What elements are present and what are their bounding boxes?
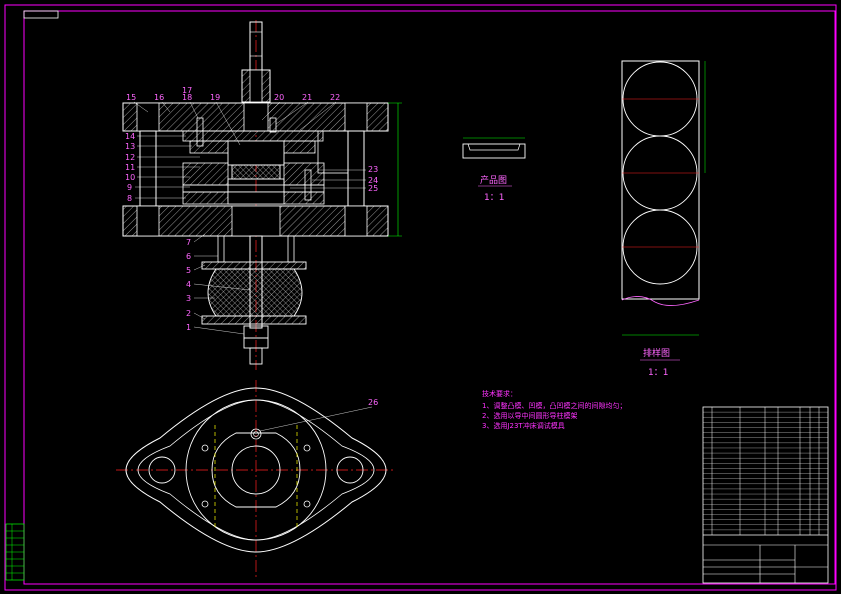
strip-layout-view: 排样图 1：1 [621,60,706,378]
dimension-26: 26 [368,398,378,407]
inner-frame [23,10,836,585]
part-label-20: 20 [274,93,284,102]
part-label-8: 8 [127,194,132,203]
part-label-16: 16 [154,93,164,102]
tech-req-item-2: 2、选用以导中间圆形导柱模架 [482,411,577,420]
part-label-18: 18 [182,93,192,102]
part-label-21: 21 [302,93,312,102]
layout-caption: 排样图 [643,347,670,359]
part-label-15: 15 [126,93,136,102]
part-label-1: 1 [186,323,191,332]
layout-scale: 1：1 [648,368,668,378]
part-label-3: 3 [186,294,191,303]
die-plan-view: 26 [116,380,396,580]
part-label-7: 7 [186,238,191,247]
tech-req-item-3: 3、选用J23T冲床调试模具 [482,421,565,430]
part-label-13: 13 [125,142,135,151]
product-scale: 1：1 [484,193,504,203]
part-label-14: 14 [125,132,135,141]
die-section-view [122,20,402,370]
corner-tag-box [23,10,59,19]
part-label-19: 19 [210,93,220,102]
part-label-22: 22 [330,93,340,102]
part-label-4: 4 [186,280,191,289]
part-label-2: 2 [186,309,191,318]
technical-requirements: 技术要求： 1、调整凸模、凹模，凸凹模之间的间隙均匀； 2、选用以导中间圆形导柱… [482,389,626,430]
part-label-9: 9 [127,183,132,192]
part-label-10: 10 [125,173,135,182]
side-table [5,523,25,581]
product-caption: 产品图 [480,174,507,186]
bom-rows [703,411,828,531]
part-label-23: 23 [368,165,378,174]
part-label-25: 25 [368,184,378,193]
part-label-5: 5 [186,266,191,275]
part-label-6: 6 [186,252,191,261]
part-label-12: 12 [125,153,135,162]
part-label-11: 11 [125,163,135,172]
drawing-canvas: 1 2 3 4 5 6 7 8 9 10 11 12 13 14 15 16 1… [4,4,837,591]
tech-req-title: 技术要求： [482,389,517,398]
title-block [702,406,829,584]
product-view: 产品图 1：1 [462,137,526,203]
tech-req-item-1: 1、调整凸模、凹模，凸凹模之间的间隙均匀； [482,401,626,410]
